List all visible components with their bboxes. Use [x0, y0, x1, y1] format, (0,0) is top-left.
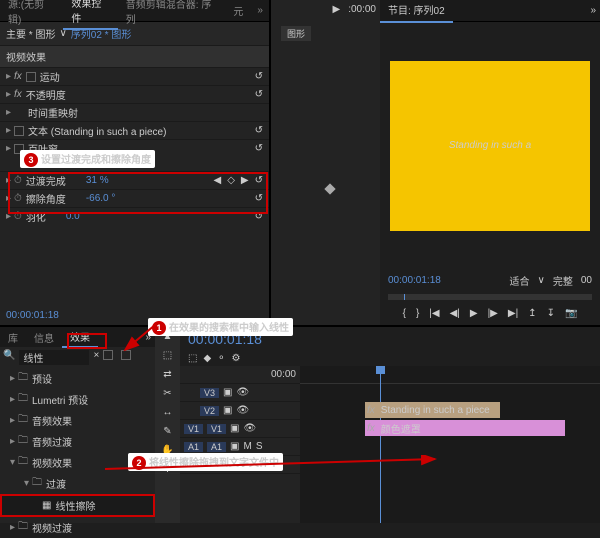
track-v3[interactable]: V3 — [200, 388, 219, 398]
reset-icon[interactable]: ↺ — [255, 143, 263, 154]
prop-motion[interactable]: 运动 — [40, 69, 60, 84]
tree-audiotrans[interactable]: 音频过渡 — [32, 434, 72, 449]
clip-text[interactable]: fxStanding in such a piece — [365, 402, 500, 418]
toggle-icon[interactable]: ▸ — [6, 71, 14, 82]
slip-tool-icon[interactable]: ↔ — [163, 407, 173, 418]
tree-audiofx[interactable]: 音频效果 — [32, 413, 72, 428]
annotation-2: 2将线性擦除拖拽到文字文件中 — [128, 453, 283, 471]
track-v1[interactable]: V1 — [207, 424, 226, 434]
mini-clip-graphic[interactable]: 图形 — [281, 26, 311, 41]
folder-icon: 🗀 — [18, 370, 28, 387]
folder-icon: 🗀 — [18, 391, 28, 408]
pen-tool-icon[interactable]: ✎ — [163, 426, 171, 437]
fx-header-main: 主要 * 图形 — [6, 26, 55, 41]
stopwatch-icon[interactable]: ⏱ — [14, 175, 22, 186]
razor-tool-icon[interactable]: ✂ — [163, 388, 171, 399]
reset-icon[interactable]: ↺ — [255, 71, 263, 82]
toggle-icon[interactable]: ▸ — [6, 125, 14, 136]
reset-icon[interactable]: ↺ — [255, 175, 263, 186]
tree-presets[interactable]: 预设 — [32, 371, 52, 386]
next-kf-icon[interactable]: ▶ — [241, 175, 249, 186]
tab-audio-mixer[interactable]: 音频剪辑混合器: 序列 — [118, 0, 226, 29]
fx-header-seq[interactable]: 序列02 * 图形 — [71, 26, 132, 41]
prop-text[interactable]: 文本 (Standing in such a piece) — [28, 123, 166, 138]
toggle-icon[interactable]: ▸ — [6, 175, 14, 186]
folder-icon: 🗀 — [18, 433, 28, 450]
tab-effects[interactable]: 效果 — [62, 327, 98, 348]
panel-menu-icon[interactable]: » — [251, 2, 269, 19]
search-icon: 🔍 — [3, 350, 15, 365]
val-feather[interactable]: 0.0 — [66, 211, 80, 222]
section-video-effects[interactable]: 视频效果 — [6, 49, 46, 64]
prop-transition-complete[interactable]: 过渡完成 — [26, 173, 66, 188]
tree-videotrans[interactable]: 视频过渡 — [32, 520, 72, 535]
stopwatch-icon[interactable]: ⏱ — [14, 211, 22, 222]
go-in-icon[interactable]: |◀ — [429, 308, 439, 319]
prop-opacity[interactable]: 不透明度 — [26, 87, 66, 102]
ripple-tool-icon[interactable]: ⇄ — [163, 369, 171, 380]
tab-source[interactable]: 源:(无剪辑) — [0, 0, 63, 29]
tree-linear-wipe[interactable]: 线性擦除 — [55, 498, 95, 513]
folder-icon: 🗀 — [18, 454, 28, 471]
play-icon[interactable]: ▶ — [470, 308, 478, 319]
tab-library[interactable]: 库 — [0, 328, 26, 347]
reset-icon[interactable]: ↺ — [255, 125, 263, 136]
tab-info[interactable]: 信息 — [26, 328, 62, 347]
toggle-icon[interactable]: ▸ — [6, 89, 14, 100]
prev-kf-icon[interactable]: ◀ — [214, 175, 222, 186]
val-transition-complete[interactable]: 31 % — [86, 175, 109, 186]
toggle-icon[interactable]: ▸ — [6, 193, 14, 204]
folder-icon: 🗀 — [18, 519, 28, 536]
folder-icon: 🗀 — [18, 412, 28, 429]
track-v2[interactable]: V2 — [200, 406, 219, 416]
add-kf-icon[interactable]: ◇ — [227, 175, 235, 186]
lift-icon[interactable]: ↥ — [528, 308, 536, 319]
mark-in-icon[interactable]: { — [403, 308, 406, 319]
reset-icon[interactable]: ↺ — [255, 193, 263, 204]
tree-transition[interactable]: 过渡 — [46, 476, 66, 491]
reset-icon[interactable]: ↺ — [255, 211, 263, 222]
search-input[interactable] — [19, 350, 89, 365]
track-select-tool-icon[interactable]: ⬚ — [163, 350, 172, 361]
folder-icon: 🗀 — [32, 475, 42, 492]
reset-icon[interactable]: ↺ — [255, 89, 263, 100]
tree-videofx[interactable]: 视频效果 — [32, 455, 72, 470]
keyframe-diamond[interactable] — [324, 183, 335, 194]
playhead[interactable] — [380, 366, 381, 523]
track-a1[interactable]: A1 — [207, 442, 226, 452]
toggle-icon[interactable]: ▸ — [6, 211, 14, 222]
program-canvas: Standing in such a — [390, 61, 590, 231]
tree-lumetri[interactable]: Lumetri 预设 — [32, 392, 88, 407]
program-timecode[interactable]: 00:00:01:18 — [388, 275, 441, 286]
zoom-full[interactable]: 完整 — [553, 273, 573, 288]
annotation-1: 1在效果的搜索框中输入线性 — [148, 318, 293, 336]
marker-icon[interactable]: ◆ — [203, 353, 211, 364]
clear-search-icon[interactable]: × — [93, 350, 99, 365]
tab-meta[interactable]: 元 — [225, 0, 251, 21]
val-wipe-angle[interactable]: -66.0 ° — [86, 193, 116, 204]
snap-icon[interactable]: ⬚ — [188, 353, 197, 364]
clip-matte[interactable]: fx颜色遮罩 — [365, 420, 565, 436]
export-icon[interactable]: 📷 — [565, 308, 577, 319]
link-icon[interactable]: ⚬ — [217, 353, 225, 364]
toggle-icon[interactable]: ▸ — [6, 143, 14, 154]
zoom-fit[interactable]: 适合 — [510, 273, 530, 288]
settings-icon[interactable]: ⚙ — [232, 353, 241, 364]
extract-icon[interactable]: ↧ — [547, 308, 555, 319]
stopwatch-icon[interactable]: ⏱ — [14, 193, 22, 204]
step-back-icon[interactable]: ◀| — [450, 308, 460, 319]
step-fwd-icon[interactable]: |▶ — [488, 308, 498, 319]
go-out-icon[interactable]: ▶| — [508, 308, 518, 319]
annotation-3: 3设置过渡完成和擦除角度 — [20, 150, 155, 168]
prop-wipe-angle[interactable]: 擦除角度 — [26, 191, 66, 206]
mark-out-icon[interactable]: } — [416, 308, 419, 319]
toggle-icon[interactable]: ▸ — [6, 107, 14, 118]
tab-program[interactable]: 节目: 序列02 — [380, 0, 453, 23]
prop-feather[interactable]: 羽化 — [26, 209, 46, 224]
prop-timeremap[interactable]: 时间重映射 — [28, 105, 78, 120]
